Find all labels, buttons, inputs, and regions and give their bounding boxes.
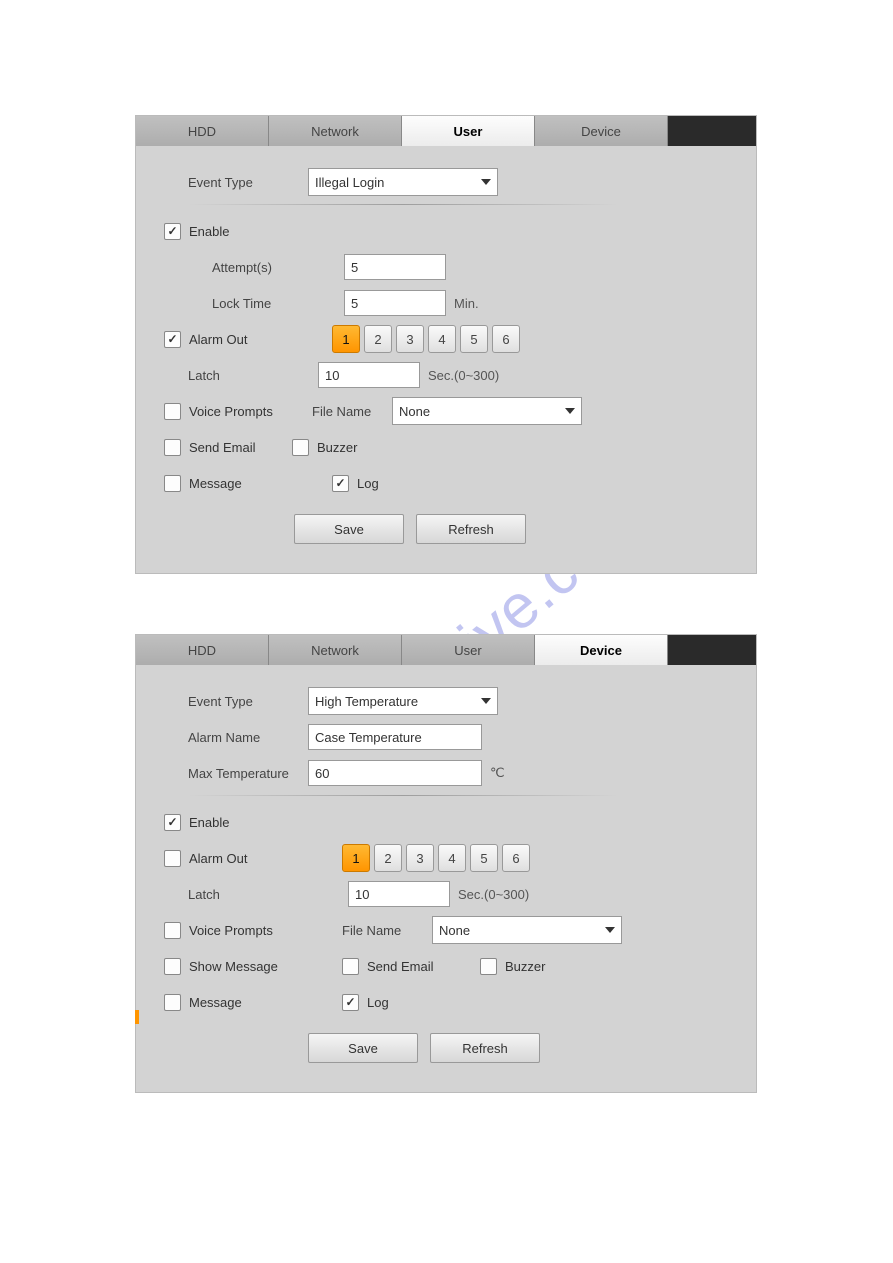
alarm-channel-5[interactable]: 5: [470, 844, 498, 872]
buzzer-label: Buzzer: [505, 959, 545, 974]
alarm-channel-6[interactable]: 6: [502, 844, 530, 872]
tab-bar: HDD Network User Device: [136, 116, 756, 146]
alarm-channel-2[interactable]: 2: [374, 844, 402, 872]
alarm-out-checkbox[interactable]: [164, 331, 181, 348]
alarm-channel-3[interactable]: 3: [406, 844, 434, 872]
file-name-select[interactable]: None: [432, 916, 622, 944]
alarm-channel-4[interactable]: 4: [438, 844, 466, 872]
alarm-name-label: Alarm Name: [188, 730, 308, 745]
event-type-label: Event Type: [188, 694, 308, 709]
voice-prompts-label: Voice Prompts: [189, 404, 273, 419]
send-email-label: Send Email: [367, 959, 433, 974]
message-label: Message: [189, 995, 242, 1010]
alarm-channel-5[interactable]: 5: [460, 325, 488, 353]
log-checkbox[interactable]: [342, 994, 359, 1011]
tab-spacer: [668, 635, 756, 665]
voice-prompts-label: Voice Prompts: [189, 923, 273, 938]
max-temp-unit: ℃: [490, 765, 505, 781]
save-button[interactable]: Save: [294, 514, 404, 544]
file-name-select[interactable]: None: [392, 397, 582, 425]
tab-bar: HDD Network User Device: [136, 635, 756, 665]
buzzer-checkbox[interactable]: [292, 439, 309, 456]
log-label: Log: [357, 476, 379, 491]
alarm-out-label: Alarm Out: [189, 332, 248, 347]
file-name-label: File Name: [312, 404, 392, 419]
refresh-button[interactable]: Refresh: [416, 514, 526, 544]
buzzer-label: Buzzer: [317, 440, 357, 455]
attempts-label: Attempt(s): [164, 260, 342, 275]
log-checkbox[interactable]: [332, 475, 349, 492]
tab-hdd[interactable]: HDD: [136, 116, 269, 146]
file-name-value: None: [399, 404, 430, 419]
latch-label: Latch: [164, 887, 348, 902]
send-email-checkbox[interactable]: [164, 439, 181, 456]
enable-checkbox[interactable]: [164, 223, 181, 240]
message-checkbox[interactable]: [164, 994, 181, 1011]
message-label: Message: [189, 476, 242, 491]
tab-spacer: [668, 116, 756, 146]
tab-device[interactable]: Device: [535, 635, 668, 665]
latch-input[interactable]: 10: [348, 881, 450, 907]
event-type-label: Event Type: [188, 175, 308, 190]
file-name-label: File Name: [342, 923, 432, 938]
save-button[interactable]: Save: [308, 1033, 418, 1063]
sidebar-indicator: [135, 1010, 139, 1024]
event-type-value: High Temperature: [315, 694, 418, 709]
alarm-channel-4[interactable]: 4: [428, 325, 456, 353]
tab-hdd[interactable]: HDD: [136, 635, 269, 665]
tab-user[interactable]: User: [402, 635, 535, 665]
send-email-checkbox[interactable]: [342, 958, 359, 975]
voice-prompts-checkbox[interactable]: [164, 403, 181, 420]
divider: [188, 204, 618, 205]
alarm-name-input[interactable]: Case Temperature: [308, 724, 482, 750]
latch-unit: Sec.(0~300): [428, 368, 499, 383]
tab-network[interactable]: Network: [269, 116, 402, 146]
alarm-channel-3[interactable]: 3: [396, 325, 424, 353]
send-email-label: Send Email: [189, 440, 255, 455]
panel-user: HDD Network User Device Event Type Illeg…: [135, 115, 757, 574]
tab-device[interactable]: Device: [535, 116, 668, 146]
caret-down-icon: [481, 698, 491, 704]
alarm-channel-1[interactable]: 1: [342, 844, 370, 872]
tab-network[interactable]: Network: [269, 635, 402, 665]
lock-time-unit: Min.: [454, 296, 479, 311]
alarm-channel-2[interactable]: 2: [364, 325, 392, 353]
alarm-out-label: Alarm Out: [189, 851, 248, 866]
max-temp-label: Max Temperature: [188, 766, 308, 781]
voice-prompts-checkbox[interactable]: [164, 922, 181, 939]
show-message-label: Show Message: [189, 959, 278, 974]
lock-time-label: Lock Time: [164, 296, 342, 311]
alarm-channel-6[interactable]: 6: [492, 325, 520, 353]
alarm-channel-1[interactable]: 1: [332, 325, 360, 353]
file-name-value: None: [439, 923, 470, 938]
max-temp-input[interactable]: 60: [308, 760, 482, 786]
alarm-out-checkbox[interactable]: [164, 850, 181, 867]
caret-down-icon: [481, 179, 491, 185]
enable-checkbox[interactable]: [164, 814, 181, 831]
event-type-value: Illegal Login: [315, 175, 384, 190]
lock-time-input[interactable]: 5: [344, 290, 446, 316]
panel-device: HDD Network User Device Event Type High …: [135, 634, 757, 1093]
enable-label: Enable: [189, 815, 229, 830]
log-label: Log: [367, 995, 389, 1010]
latch-label: Latch: [164, 368, 318, 383]
message-checkbox[interactable]: [164, 475, 181, 492]
caret-down-icon: [605, 927, 615, 933]
event-type-select[interactable]: Illegal Login: [308, 168, 498, 196]
show-message-checkbox[interactable]: [164, 958, 181, 975]
latch-unit: Sec.(0~300): [458, 887, 529, 902]
buzzer-checkbox[interactable]: [480, 958, 497, 975]
latch-input[interactable]: 10: [318, 362, 420, 388]
caret-down-icon: [565, 408, 575, 414]
event-type-select[interactable]: High Temperature: [308, 687, 498, 715]
enable-label: Enable: [189, 224, 229, 239]
tab-user[interactable]: User: [402, 116, 535, 146]
refresh-button[interactable]: Refresh: [430, 1033, 540, 1063]
attempts-input[interactable]: 5: [344, 254, 446, 280]
divider: [188, 795, 618, 796]
